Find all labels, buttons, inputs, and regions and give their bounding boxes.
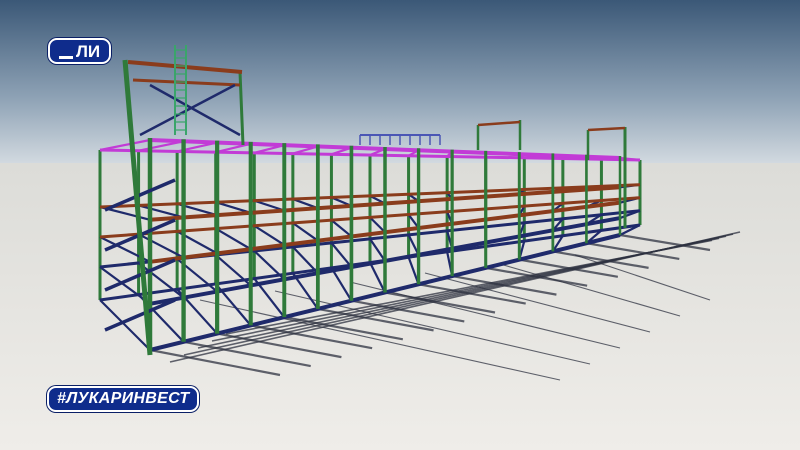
hashtag-badge: #ЛУКАРИНВЕСТ (47, 386, 200, 412)
logo-underscore (59, 55, 73, 59)
logo-text: ЛИ (76, 41, 101, 61)
hashtag-text: #ЛУКАРИНВЕСТ (57, 390, 190, 407)
steel-structure-render (0, 0, 800, 450)
logo-badge: ЛИ (48, 38, 112, 64)
